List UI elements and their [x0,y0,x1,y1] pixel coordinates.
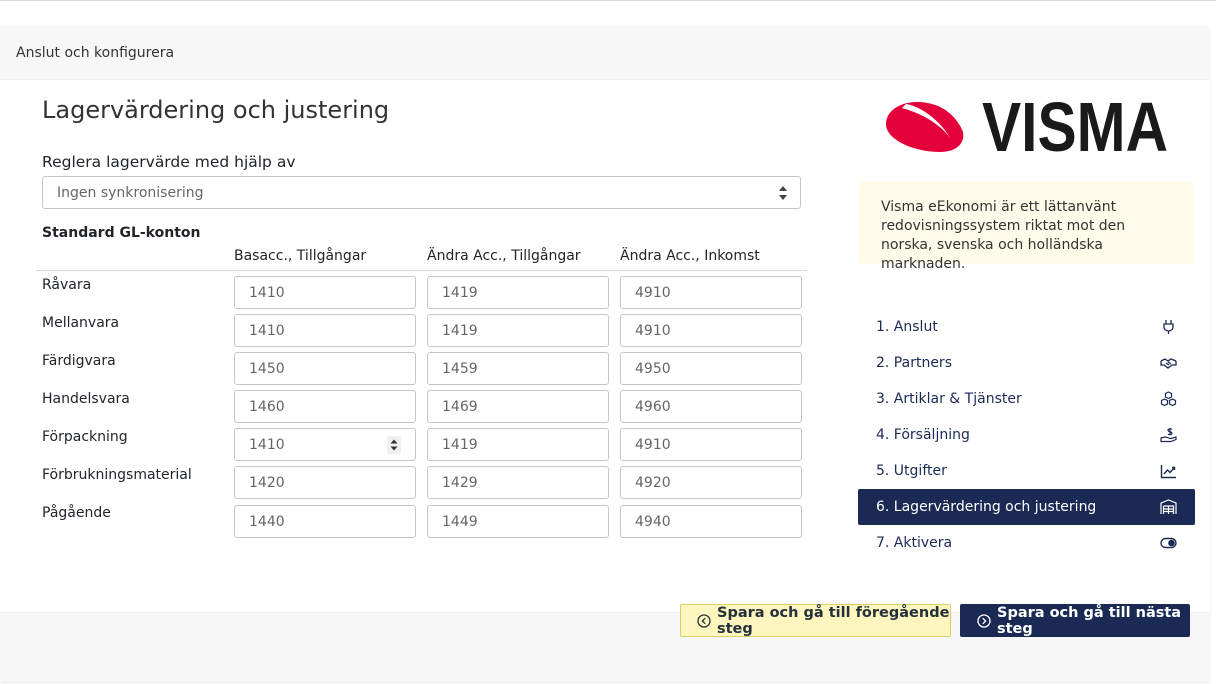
step-forsaljning[interactable]: 4. Försäljning [858,417,1195,453]
row-label-fardigvara: Färdigvara [42,353,116,369]
input-value: 1420 [249,474,285,491]
row-label-forpackning: Förpackning [42,429,128,445]
handelsvara-basacc-input[interactable]: 1460 [234,390,416,423]
toggle-icon [1160,537,1177,549]
step-lagervardering[interactable]: 6. Lagervärdering och justering [858,489,1195,525]
hand-dollar-icon [1160,428,1177,443]
input-value: 1410 [249,322,285,339]
cubes-icon [1160,391,1177,407]
handshake-icon [1160,358,1177,369]
ravara-basacc-input[interactable]: 1410 [234,276,416,309]
chart-line-icon [1160,465,1176,479]
step-utgifter[interactable]: 5. Utgifter [858,453,1195,489]
page-title: Lagervärdering och justering [42,96,390,124]
step-label: 1. Anslut [876,319,938,335]
column-header-basacc: Basacc., Tillgångar [234,248,367,264]
input-value: 1410 [249,284,285,301]
ravara-andra-inkomst-input[interactable]: 4910 [620,276,802,309]
step-label: 6. Lagervärdering och justering [876,499,1097,515]
plug-icon [1163,320,1174,334]
select-arrows-icon [779,186,787,200]
warehouse-icon [1160,499,1177,514]
table-header-divider [36,270,807,271]
handelsvara-andra-inkomst-input[interactable]: 4960 [620,390,802,423]
mellanvara-basacc-input[interactable]: 1410 [234,314,416,347]
input-value: 1450 [249,360,285,377]
chevron-right-circle-icon [977,613,991,628]
info-box: Visma eEkonomi är ett lättanvänt redovis… [858,182,1194,272]
row-label-pagaende: Pågående [42,505,111,521]
input-value: 4950 [635,360,671,377]
number-stepper-icon[interactable] [387,436,401,454]
fardigvara-andra-inkomst-input[interactable]: 4950 [620,352,802,385]
forpackning-basacc-input[interactable]: 1410 [234,428,416,461]
save-previous-label: Spara och gå till föregående steg [717,604,950,637]
input-value: 1469 [442,398,478,415]
row-label-handelsvara: Handelsvara [42,391,130,407]
column-header-andra-inkomst: Ändra Acc., Inkomst [620,248,760,264]
gl-section-title: Standard GL-konton [42,225,201,241]
row-label-ravara: Råvara [42,277,92,293]
column-header-andra-tillgangar: Ändra Acc., Tillgångar [427,248,581,264]
logo-wordmark: VISMA [982,98,1168,153]
row-label-forbrukningsmaterial: Förbrukningsmaterial [42,467,192,483]
forbrukningsmaterial-andra-tillgangar-input[interactable]: 1429 [427,466,609,499]
forpackning-andra-inkomst-input[interactable]: 4910 [620,428,802,461]
step-artiklar[interactable]: 3. Artiklar & Tjänster [858,381,1195,417]
save-next-button[interactable]: Spara och gå till nästa steg [960,604,1190,637]
row-label-mellanvara: Mellanvara [42,315,120,331]
header-title: Anslut och konfigurera [16,44,175,61]
step-aktivera[interactable]: 7. Aktivera [858,525,1195,561]
mellanvara-andra-tillgangar-input[interactable]: 1419 [427,314,609,347]
card-header: Anslut och konfigurera [0,26,1210,80]
input-value: 1460 [249,398,285,415]
input-value: 1419 [442,436,478,453]
top-divider [0,0,1216,1]
input-value: 4960 [635,398,671,415]
save-next-label: Spara och gå till nästa steg [997,604,1182,637]
input-value: 4910 [635,284,671,301]
input-value: 1440 [249,513,285,530]
visma-logo: VISMA [886,98,1168,153]
forpackning-andra-tillgangar-input[interactable]: 1419 [427,428,609,461]
ravara-andra-tillgangar-input[interactable]: 1419 [427,276,609,309]
info-text: Visma eEkonomi är ett lättanvänt redovis… [881,199,1126,272]
sync-select-value: Ingen synkronisering [57,184,204,201]
pagaende-andra-inkomst-input[interactable]: 4940 [620,505,802,538]
step-label: 7. Aktivera [876,535,953,551]
step-label: 5. Utgifter [876,463,947,479]
step-label: 4. Försäljning [876,427,970,443]
step-anslut[interactable]: 1. Anslut [858,309,1195,345]
input-value: 1419 [442,284,478,301]
input-value: 1459 [442,360,478,377]
input-value: 1449 [442,513,478,530]
pagaende-andra-tillgangar-input[interactable]: 1449 [427,505,609,538]
sync-select[interactable]: Ingen synkronisering [42,176,801,209]
chevron-left-circle-icon [697,613,711,628]
save-previous-button[interactable]: Spara och gå till föregående steg [680,604,951,637]
forbrukningsmaterial-basacc-input[interactable]: 1420 [234,466,416,499]
input-value: 4940 [635,513,671,530]
pagaende-basacc-input[interactable]: 1440 [234,505,416,538]
input-value: 1410 [249,436,285,453]
step-label: 3. Artiklar & Tjänster [876,391,1022,407]
step-label: 2. Partners [876,355,952,371]
forbrukningsmaterial-andra-inkomst-input[interactable]: 4920 [620,466,802,499]
fardigvara-basacc-input[interactable]: 1450 [234,352,416,385]
input-value: 1419 [442,322,478,339]
step-partners[interactable]: 2. Partners [858,345,1195,381]
input-value: 4910 [635,436,671,453]
fardigvara-andra-tillgangar-input[interactable]: 1459 [427,352,609,385]
input-value: 4920 [635,474,671,491]
sync-label: Reglera lagervärde med hjälp av [42,153,296,171]
input-value: 4910 [635,322,671,339]
input-value: 1429 [442,474,478,491]
handelsvara-andra-tillgangar-input[interactable]: 1469 [427,390,609,423]
mellanvara-andra-inkomst-input[interactable]: 4910 [620,314,802,347]
